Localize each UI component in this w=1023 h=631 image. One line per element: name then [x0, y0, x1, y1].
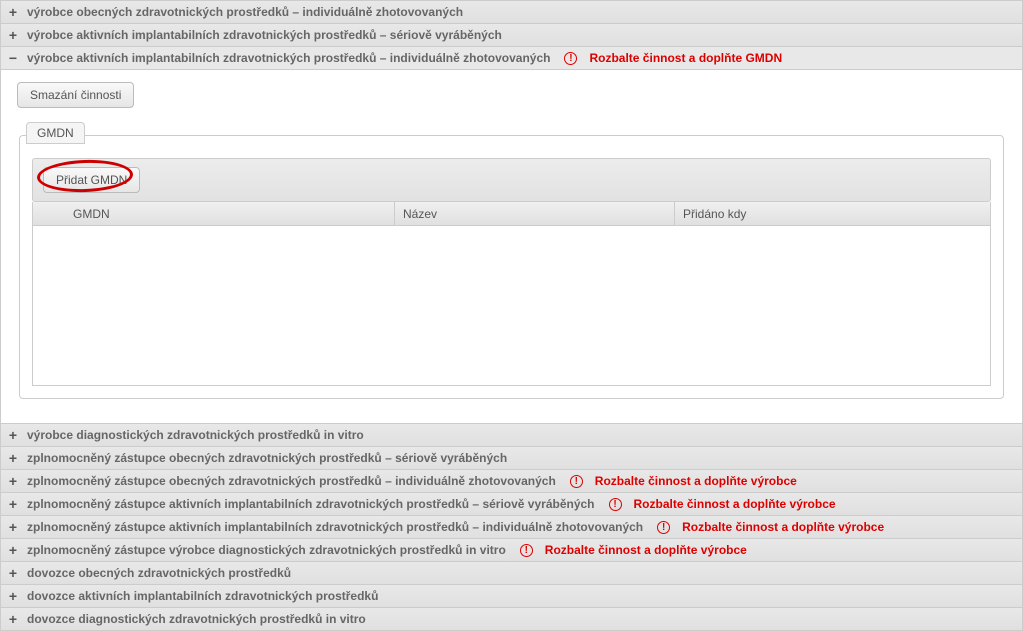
- accordion-title: výrobce aktivních implantabilních zdravo…: [27, 51, 550, 65]
- warning-icon: !: [520, 544, 533, 557]
- accordion-item: + dovozce diagnostických zdravotnických p…: [0, 607, 1023, 631]
- gmdn-legend: GMDN: [26, 122, 85, 144]
- accordion-item: + dovozce obecných zdravotnických prostře…: [0, 561, 1023, 584]
- add-gmdn-button[interactable]: Přidat GMDN: [43, 167, 140, 193]
- warning-icon: !: [609, 498, 622, 511]
- accordion-item: + výrobce obecných zdravotnických prostře…: [0, 0, 1023, 23]
- accordion-title: zplnomocněný zástupce aktivních implanta…: [27, 497, 595, 511]
- accordion-title: zplnomocněný zástupce výrobce diagnostic…: [27, 543, 506, 557]
- gmdn-table-header: GMDN Název Přidáno kdy: [32, 202, 991, 226]
- plus-icon[interactable]: +: [7, 543, 19, 557]
- plus-icon[interactable]: +: [7, 28, 19, 42]
- plus-icon[interactable]: +: [7, 474, 19, 488]
- accordion-header[interactable]: + výrobce aktivních implantabilních zdrav…: [1, 24, 1022, 46]
- delete-activity-button[interactable]: Smazání činnosti: [17, 82, 134, 108]
- table-header-added: Přidáno kdy: [675, 202, 990, 226]
- gmdn-table-body[interactable]: [32, 226, 991, 386]
- warning-icon: !: [657, 521, 670, 534]
- gmdn-fieldset: GMDN Přidat GMDN GMDN Název Přidáno kdy: [19, 124, 1004, 399]
- accordion-item: + zplnomocněný zástupce obecných zdravotn…: [0, 446, 1023, 469]
- accordion-item: + zplnomocněný zástupce výrobce diagnosti…: [0, 538, 1023, 561]
- accordion-title: výrobce obecných zdravotnických prostřed…: [27, 5, 463, 19]
- warning-text: Rozbalte činnost a doplňte výrobce: [595, 474, 797, 488]
- accordion-title: zplnomocněný zástupce aktivních implanta…: [27, 520, 643, 534]
- accordion-header[interactable]: + výrobce obecných zdravotnických prostře…: [1, 1, 1022, 23]
- accordion-item: + dovozce aktivních implantabilních zdrav…: [0, 584, 1023, 607]
- table-header-name: Název: [395, 202, 675, 226]
- accordion-title: dovozce aktivních implantabilních zdravo…: [27, 589, 378, 603]
- warning-text: Rozbalte činnost a doplňte GMDN: [589, 51, 782, 65]
- accordion-header[interactable]: + dovozce diagnostických zdravotnických p…: [1, 608, 1022, 630]
- accordion-header[interactable]: + dovozce aktivních implantabilních zdrav…: [1, 585, 1022, 607]
- minus-icon[interactable]: −: [7, 51, 19, 65]
- accordion-header[interactable]: −výrobce aktivních implantabilních zdrav…: [1, 47, 1022, 69]
- accordion-title: dovozce diagnostických zdravotnických pr…: [27, 612, 366, 626]
- accordion-title: výrobce diagnostických zdravotnických pr…: [27, 428, 364, 442]
- accordion-header[interactable]: + zplnomocněný zástupce obecných zdravotn…: [1, 447, 1022, 469]
- accordion-item: + zplnomocněný zástupce aktivních implant…: [0, 515, 1023, 538]
- accordion-header[interactable]: + zplnomocněný zástupce aktivních implant…: [1, 493, 1022, 515]
- accordion-item: + zplnomocněný zástupce obecných zdravotn…: [0, 469, 1023, 492]
- warning-text: Rozbalte činnost a doplňte výrobce: [545, 543, 747, 557]
- warning-icon: !: [570, 475, 583, 488]
- warning-icon: !: [564, 52, 577, 65]
- gmdn-toolbar: Přidat GMDN: [32, 158, 991, 202]
- warning-text: Rozbalte činnost a doplňte výrobce: [682, 520, 884, 534]
- accordion-header[interactable]: + výrobce diagnostických zdravotnických p…: [1, 424, 1022, 446]
- plus-icon[interactable]: +: [7, 497, 19, 511]
- plus-icon[interactable]: +: [7, 520, 19, 534]
- accordion-item: −výrobce aktivních implantabilních zdrav…: [0, 46, 1023, 423]
- accordion-header[interactable]: + zplnomocněný zástupce obecných zdravotn…: [1, 470, 1022, 492]
- table-header-gmdn: GMDN: [65, 202, 395, 226]
- accordion-item: + výrobce diagnostických zdravotnických p…: [0, 423, 1023, 446]
- accordion-title: dovozce obecných zdravotnických prostřed…: [27, 566, 291, 580]
- accordion-title: zplnomocněný zástupce obecných zdravotni…: [27, 474, 556, 488]
- plus-icon[interactable]: +: [7, 428, 19, 442]
- plus-icon[interactable]: +: [7, 5, 19, 19]
- accordion-title: zplnomocněný zástupce obecných zdravotni…: [27, 451, 507, 465]
- accordion-header[interactable]: + zplnomocněný zástupce výrobce diagnosti…: [1, 539, 1022, 561]
- accordion-header[interactable]: + dovozce obecných zdravotnických prostře…: [1, 562, 1022, 584]
- accordion-title: výrobce aktivních implantabilních zdravo…: [27, 28, 502, 42]
- plus-icon[interactable]: +: [7, 612, 19, 626]
- plus-icon[interactable]: +: [7, 589, 19, 603]
- plus-icon[interactable]: +: [7, 566, 19, 580]
- accordion-header[interactable]: + zplnomocněný zástupce aktivních implant…: [1, 516, 1022, 538]
- warning-text: Rozbalte činnost a doplňte výrobce: [634, 497, 836, 511]
- accordion-item: + zplnomocněný zástupce aktivních implant…: [0, 492, 1023, 515]
- plus-icon[interactable]: +: [7, 451, 19, 465]
- accordion-item: + výrobce aktivních implantabilních zdrav…: [0, 23, 1023, 46]
- accordion-body: Smazání činnosti GMDN Přidat GMDN GMDN N…: [1, 69, 1022, 423]
